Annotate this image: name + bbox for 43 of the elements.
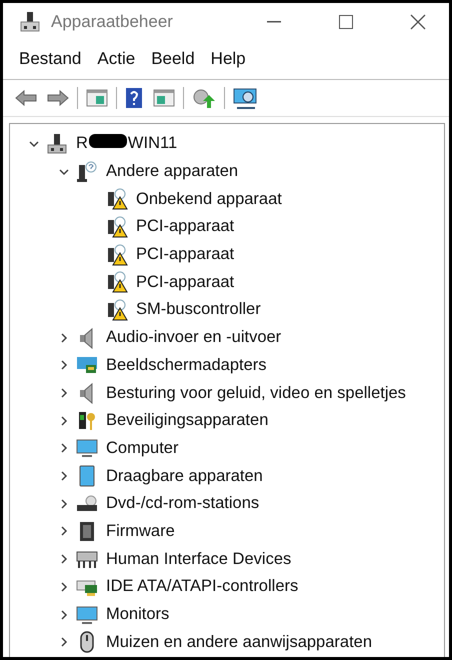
close-icon (410, 14, 426, 30)
device-label[interactable]: IDE ATA/ATAPI-controllers (106, 577, 298, 596)
monitor-icon (76, 604, 98, 626)
warning-device-icon (106, 188, 128, 210)
forward-button[interactable] (45, 90, 71, 106)
device-label[interactable]: Beveiligingsapparaten (106, 411, 268, 430)
menu-item[interactable]: Bestand (11, 47, 90, 71)
device-label[interactable]: PCI-apparaat (136, 245, 234, 264)
warning-device-icon (106, 244, 128, 266)
warning-device-icon (106, 216, 128, 238)
warning-device-icon (106, 298, 128, 321)
window-title: Apparaatbeheer (51, 12, 174, 32)
computer-icon (46, 132, 68, 155)
menu-item[interactable]: Help (202, 47, 254, 71)
back-button[interactable] (13, 90, 39, 106)
device-label[interactable]: Onbekend apparaat (136, 190, 282, 209)
device-label[interactable]: Draagbare apparaten (106, 466, 263, 486)
device-label[interactable]: Dvd-/cd-rom-stations (106, 494, 260, 514)
device-label[interactable]: SM-buscontroller (136, 300, 261, 320)
warning-device-icon (106, 271, 128, 294)
computer-name[interactable]: R WIN11 (76, 134, 178, 154)
maximize-icon (339, 15, 353, 29)
action-pane-button[interactable] (151, 89, 177, 107)
minimize-icon (267, 21, 281, 23)
device-label[interactable]: Audio-invoer en -uitvoer (106, 328, 282, 348)
menu-item[interactable]: Actie (89, 47, 144, 71)
device-label[interactable]: Monitors (106, 605, 170, 624)
monitor-icon (76, 437, 98, 460)
tree-pane-button[interactable] (84, 89, 110, 107)
unknown-device-icon (76, 160, 98, 183)
menu-item[interactable]: Beeld (143, 47, 203, 71)
device-label[interactable]: Human Interface Devices (106, 550, 292, 569)
device-label[interactable]: Besturing voor geluid, video en spelletjes (106, 384, 406, 403)
device-label[interactable]: Firmware (106, 522, 175, 541)
device-label[interactable]: PCI-apparaat (136, 217, 234, 236)
device-label[interactable]: Muizen en andere aanwijsapparaten (106, 632, 372, 652)
help-button[interactable] (123, 87, 145, 109)
security-key-icon (76, 410, 98, 432)
device-label[interactable]: Computer (106, 438, 178, 458)
device-label[interactable]: PCI-apparaat (136, 272, 234, 292)
device-label[interactable]: Andere apparaten (106, 162, 238, 182)
device-label[interactable]: Beeldschermadapters (106, 356, 267, 375)
device-manager-icon (19, 11, 41, 33)
